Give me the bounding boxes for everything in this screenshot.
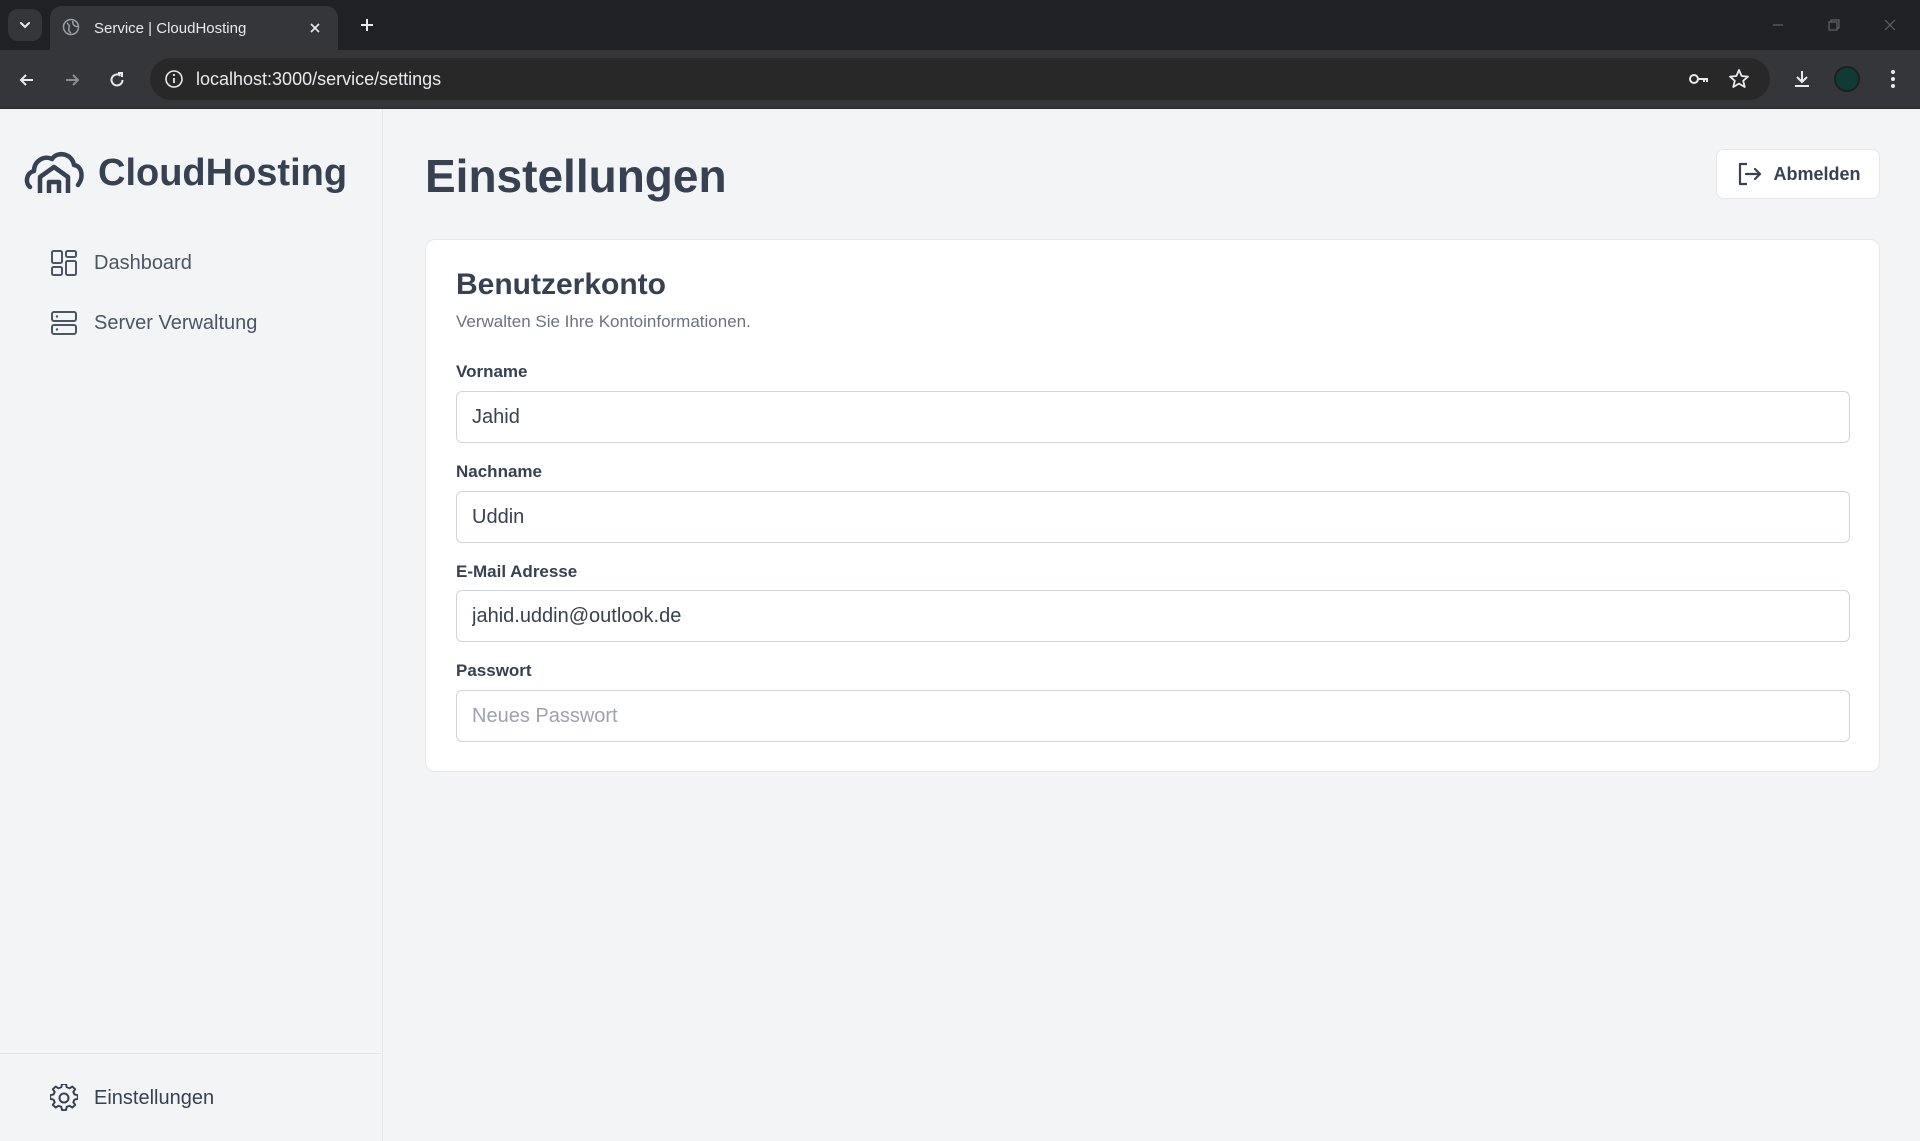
app-root: CloudHosting Dashboard Server Verwaltung: [0, 109, 1920, 1141]
globe-icon: [62, 18, 82, 38]
email-field[interactable]: [456, 590, 1850, 642]
logout-button[interactable]: Abmelden: [1716, 149, 1880, 199]
minimize-icon: [1773, 24, 1783, 26]
restore-button[interactable]: [1814, 10, 1854, 40]
card-subtitle: Verwalten Sie Ihre Kontoinformationen.: [456, 312, 751, 331]
restore-icon: [1828, 19, 1840, 31]
last-name-label: Nachname: [456, 462, 542, 481]
address-bar[interactable]: localhost:3000/service/settings: [150, 58, 1770, 100]
browser-tabbar: Service | CloudHosting: [0, 0, 1920, 50]
close-window-button[interactable]: [1870, 10, 1910, 40]
browser-tab-active[interactable]: Service | CloudHosting: [50, 6, 338, 50]
reload-icon: [110, 72, 124, 87]
account-card: Benutzerkonto Verwalten Sie Ihre Kontoin…: [425, 239, 1880, 772]
first-name-label: Vorname: [456, 362, 528, 381]
password-key-icon[interactable]: [1682, 62, 1716, 96]
sidebar-item-dashboard[interactable]: Dashboard: [48, 241, 348, 285]
arrow-right-icon: [66, 74, 80, 86]
last-name-field[interactable]: [456, 491, 1850, 543]
site-info-icon[interactable]: [162, 67, 186, 91]
browser-menu-icon[interactable]: [1876, 62, 1910, 96]
tab-list-button[interactable]: [8, 9, 42, 41]
gear-icon: [48, 1082, 80, 1114]
sidebar-item-server-verwaltung[interactable]: Server Verwaltung: [48, 301, 348, 345]
plus-icon: [361, 19, 373, 31]
password-field[interactable]: [456, 690, 1850, 742]
browser-toolbar: localhost:3000/service/settings: [0, 50, 1920, 109]
server-icon: [48, 307, 80, 339]
tab-close-icon[interactable]: [304, 17, 326, 39]
brand[interactable]: CloudHosting: [24, 149, 347, 197]
email-label: E-Mail Adresse: [456, 562, 578, 581]
dashboard-grid-icon: [48, 247, 80, 279]
new-tab-button[interactable]: [352, 10, 382, 40]
sidebar-item-label: Dashboard: [94, 251, 192, 274]
sidebar-item-label: Server Verwaltung: [94, 311, 258, 334]
page-title: Einstellungen: [425, 150, 727, 202]
bookmark-star-icon[interactable]: [1722, 62, 1756, 96]
reload-button[interactable]: [99, 62, 135, 98]
sidebar-item-einstellungen[interactable]: Einstellungen: [48, 1076, 348, 1120]
logout-label: Abmelden: [1773, 163, 1861, 184]
minimize-button[interactable]: [1758, 10, 1798, 40]
sidebar-item-label: Einstellungen: [94, 1086, 215, 1109]
close-icon: [1884, 19, 1896, 31]
sidebar: CloudHosting Dashboard Server Verwaltung: [0, 109, 383, 1141]
cloud-home-logo-icon: [24, 149, 84, 197]
url-text: localhost:3000/service/settings: [196, 68, 442, 89]
profile-avatar[interactable]: [1834, 66, 1860, 92]
forward-button[interactable]: [54, 62, 90, 98]
back-button[interactable]: [9, 62, 45, 98]
first-name-field[interactable]: [456, 391, 1850, 443]
brand-name: CloudHosting: [98, 151, 348, 194]
password-label: Passwort: [456, 661, 532, 680]
chevron-down-icon: [20, 22, 30, 29]
download-icon[interactable]: [1785, 62, 1819, 96]
arrow-left-icon: [19, 74, 33, 86]
main-content: Einstellungen Abmelden Benutzerkonto Ver…: [383, 109, 1920, 1141]
card-title: Benutzerkonto: [456, 268, 666, 301]
sidebar-footer: Einstellungen: [0, 1053, 383, 1141]
logout-icon: [1735, 160, 1763, 188]
tab-title: Service | CloudHosting: [94, 19, 247, 37]
